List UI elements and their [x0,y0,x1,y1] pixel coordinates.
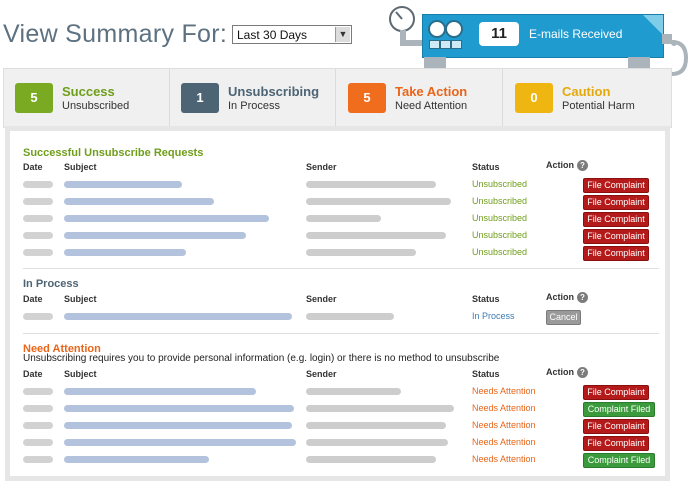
subject-link[interactable] [64,313,292,320]
col-action: Action? [546,160,588,172]
results-panel: Successful Unsubscribe Requests Date Sub… [5,126,670,481]
tab-unsubscribing-subtitle: In Process [228,100,280,112]
col-action: Action? [546,367,588,379]
col-status: Status [472,369,500,379]
subject-link[interactable] [64,232,246,239]
col-sender: Sender [306,369,337,379]
col-status: Status [472,294,500,304]
tab-take-action-subtitle: Need Attention [395,100,468,112]
subject-link[interactable] [64,215,269,222]
caution-count: 0 [530,90,538,105]
status-text: Needs Attention [472,437,536,447]
col-date: Date [23,162,43,172]
col-sender: Sender [306,162,337,172]
gauge-icon [389,6,415,32]
status-text: Unsubscribed [472,213,528,223]
take-action-count: 5 [363,90,371,105]
success-count: 5 [30,90,38,105]
tab-take-action[interactable]: 5 Take Action Need Attention [337,69,503,127]
tab-caution-title: Caution [562,84,611,99]
subject-link[interactable] [64,439,296,446]
status-text: Unsubscribed [472,230,528,240]
subject-link[interactable] [64,181,182,188]
emails-received-label: E-mails Received [529,27,623,41]
subject-link[interactable] [64,422,292,429]
status-text: Unsubscribed [472,196,528,206]
success-section-title: Successful Unsubscribe Requests [23,147,204,159]
subject-link[interactable] [64,198,214,205]
counter-box: 11 E-mails Received [422,14,664,58]
page-title: View Summary For: [3,20,228,48]
file-complaint-button[interactable]: File Complaint [583,195,649,210]
file-complaint-button[interactable]: File Complaint [583,419,649,434]
complaint-filed-button[interactable]: Complaint Filed [583,453,655,468]
col-action: Action? [546,292,588,304]
col-date: Date [23,369,43,379]
status-text: Needs Attention [472,386,536,396]
help-icon[interactable]: ? [577,292,588,304]
summary-tabs: 5 Success Unsubscribed 1 Unsubscribing I… [3,68,672,128]
tab-caution-subtitle: Potential Harm [562,100,635,112]
subject-link[interactable] [64,405,294,412]
tab-success[interactable]: 5 Success Unsubscribed [4,69,170,127]
tab-caution[interactable]: 0 Caution Potential Harm [504,69,669,127]
status-text: In Process [472,311,515,321]
col-action-label: Action [546,160,574,170]
file-complaint-button[interactable]: File Complaint [583,212,649,227]
subject-link[interactable] [64,456,209,463]
status-text: Unsubscribed [472,179,528,189]
col-subject: Subject [64,369,97,379]
status-text: Needs Attention [472,420,536,430]
tab-unsubscribing[interactable]: 1 Unsubscribing In Process [170,69,336,127]
tab-success-subtitle: Unsubscribed [62,100,130,112]
email-count: 11 [479,22,519,46]
col-status: Status [472,162,500,172]
tab-unsubscribing-title: Unsubscribing [228,84,320,99]
file-complaint-button[interactable]: File Complaint [583,229,649,244]
subject-link[interactable] [64,388,256,395]
chevron-down-icon[interactable]: ▼ [335,27,350,42]
file-complaint-button[interactable]: File Complaint [583,436,649,451]
need-attention-note: Unsubscribing requires you to provide pe… [23,353,500,364]
complaint-filed-button[interactable]: Complaint Filed [583,402,655,417]
col-subject: Subject [64,294,97,304]
help-icon[interactable]: ? [577,160,588,172]
status-text: Unsubscribed [472,247,528,257]
in-process-section-title: In Process [23,278,79,290]
status-text: Needs Attention [472,403,536,413]
cancel-button[interactable]: Cancel [546,310,581,325]
help-icon[interactable]: ? [577,367,588,379]
unsubscribing-count: 1 [196,90,204,105]
col-sender: Sender [306,294,337,304]
period-select-value: Last 30 Days [237,28,308,42]
col-action-label: Action [546,367,574,377]
file-complaint-button[interactable]: File Complaint [583,178,649,193]
tab-success-title: Success [62,84,115,99]
tab-take-action-title: Take Action [395,84,468,99]
col-subject: Subject [64,162,97,172]
status-text: Needs Attention [472,454,536,464]
period-select[interactable]: Last 30 Days ▼ [232,25,352,44]
col-date: Date [23,294,43,304]
file-complaint-button[interactable]: File Complaint [583,385,649,400]
subject-link[interactable] [64,249,186,256]
col-action-label: Action [546,292,574,302]
file-complaint-button[interactable]: File Complaint [583,246,649,261]
